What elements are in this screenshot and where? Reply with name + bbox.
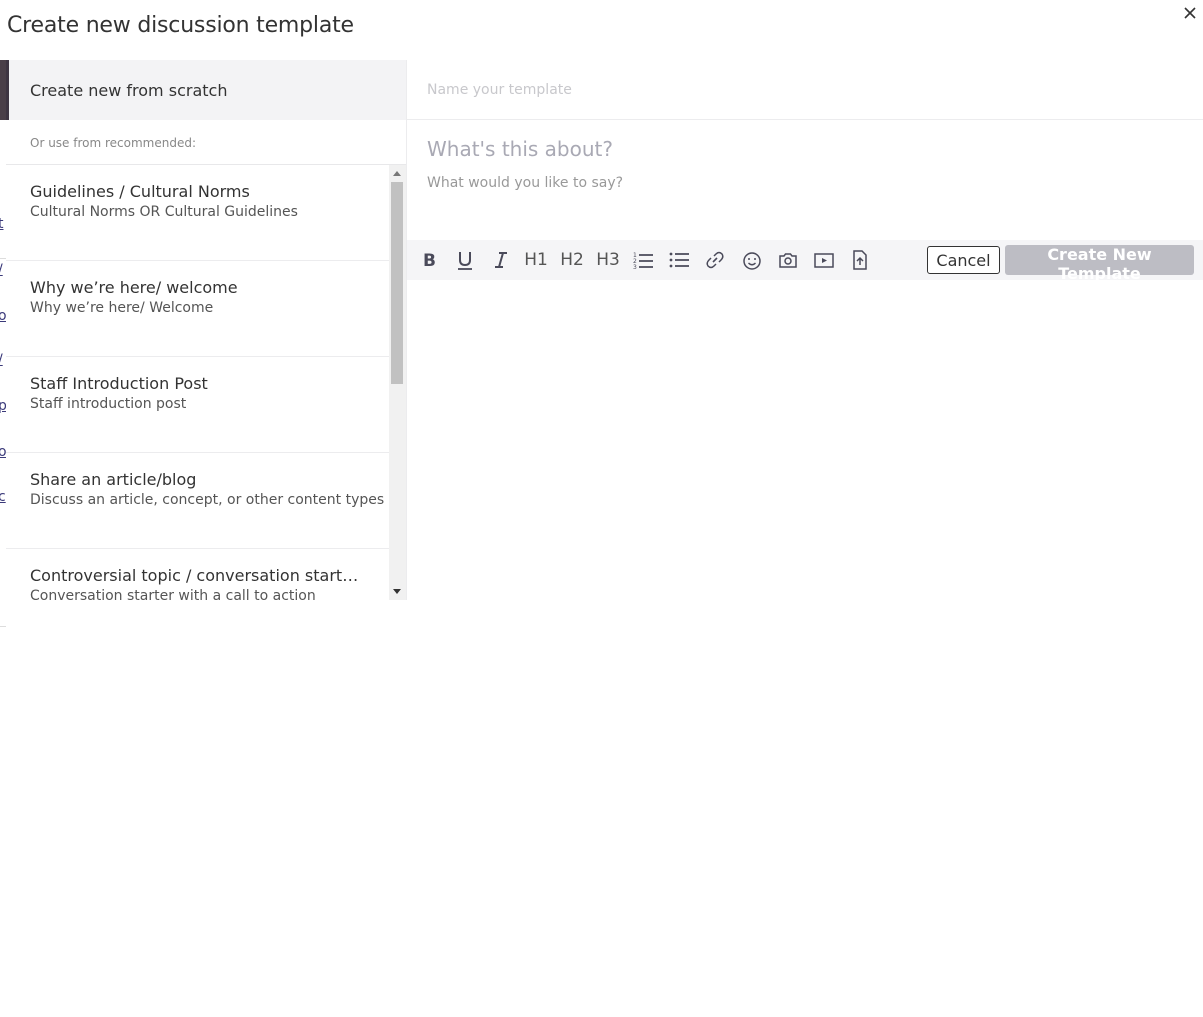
svg-text:B: B (423, 251, 436, 271)
ordered-list-button[interactable]: 123 (631, 248, 655, 272)
create-from-scratch-label: Create new from scratch (30, 80, 228, 100)
italic-icon (495, 252, 507, 268)
template-title: Controversial topic / conversation start… (30, 566, 365, 585)
recommended-template-list: Guidelines / Cultural Norms Cultural Nor… (6, 165, 389, 600)
template-list-panel: Create new from scratch Or use from reco… (6, 60, 406, 600)
scroll-down-arrow-icon[interactable] (393, 589, 401, 594)
template-subtitle: Discuss an article, concept, or other co… (30, 492, 385, 508)
close-icon (1184, 7, 1196, 19)
template-subtitle: Conversation starter with a call to acti… (30, 588, 316, 600)
background-link-fragment: t (0, 216, 4, 232)
panel-divider (406, 60, 407, 600)
video-button[interactable] (812, 248, 836, 272)
background-link-fragment: / (0, 352, 3, 368)
cancel-button[interactable]: Cancel (927, 246, 1000, 274)
video-icon (814, 253, 834, 268)
list-scrollbar[interactable] (389, 165, 406, 600)
template-subtitle: Why we’re here/ Welcome (30, 300, 214, 316)
template-subtitle: Staff introduction post (30, 396, 187, 412)
heading3-button[interactable]: H3 (595, 248, 621, 272)
close-button[interactable] (1181, 4, 1199, 22)
template-title: Staff Introduction Post (30, 374, 208, 393)
background-link-fragment: / (0, 262, 3, 278)
template-title: Guidelines / Cultural Norms (30, 182, 250, 201)
file-upload-button[interactable] (848, 248, 872, 272)
svg-text:3: 3 (633, 264, 637, 271)
link-button[interactable] (703, 248, 727, 272)
recommended-label: Or use from recommended: (30, 136, 197, 150)
camera-icon (779, 253, 797, 268)
link-icon (706, 251, 724, 269)
template-item[interactable]: Share an article/blog Discuss an article… (6, 453, 389, 549)
template-name-input[interactable] (407, 60, 1203, 120)
create-template-modal: Create new discussion template Create ne… (6, 0, 1203, 1017)
scroll-up-arrow-icon[interactable] (393, 171, 401, 176)
template-subtitle: Cultural Norms OR Cultural Guidelines (30, 204, 298, 220)
file-upload-icon (853, 250, 867, 270)
template-item[interactable]: Staff Introduction Post Staff introducti… (6, 357, 389, 453)
underline-icon (458, 252, 472, 270)
template-title: Why we’re here/ welcome (30, 278, 238, 297)
background-link-fragment: c (0, 489, 6, 505)
body-field[interactable]: What would you like to say? (427, 175, 623, 191)
create-template-button[interactable]: Create New Template (1005, 245, 1194, 283)
italic-button[interactable] (490, 248, 512, 272)
ordered-list-icon: 123 (633, 252, 653, 271)
template-item[interactable]: Controversial topic / conversation start… (6, 549, 389, 600)
template-title: Share an article/blog (30, 470, 197, 489)
bold-button[interactable]: B (419, 248, 441, 272)
emoji-button[interactable] (740, 248, 764, 272)
subject-field[interactable]: What's this about? (427, 137, 613, 161)
bullet-list-button[interactable] (667, 248, 691, 272)
bullet-list-icon (669, 252, 689, 268)
editor-toolbar: B H1 H2 H3 123 Cancel Create New Templat… (407, 240, 1203, 283)
template-item[interactable]: Why we’re here/ welcome Why we’re here/ … (6, 261, 389, 357)
heading2-button[interactable]: H2 (559, 248, 585, 272)
modal-title: Create new discussion template (7, 13, 354, 38)
create-from-scratch-option[interactable]: Create new from scratch (6, 60, 406, 120)
underline-button[interactable] (454, 248, 476, 272)
heading1-button[interactable]: H1 (524, 248, 548, 272)
photo-button[interactable] (776, 248, 800, 272)
emoji-icon (743, 252, 761, 270)
scrollbar-thumb[interactable] (391, 182, 403, 384)
bold-icon: B (423, 251, 436, 271)
template-item[interactable]: Guidelines / Cultural Norms Cultural Nor… (6, 165, 389, 261)
